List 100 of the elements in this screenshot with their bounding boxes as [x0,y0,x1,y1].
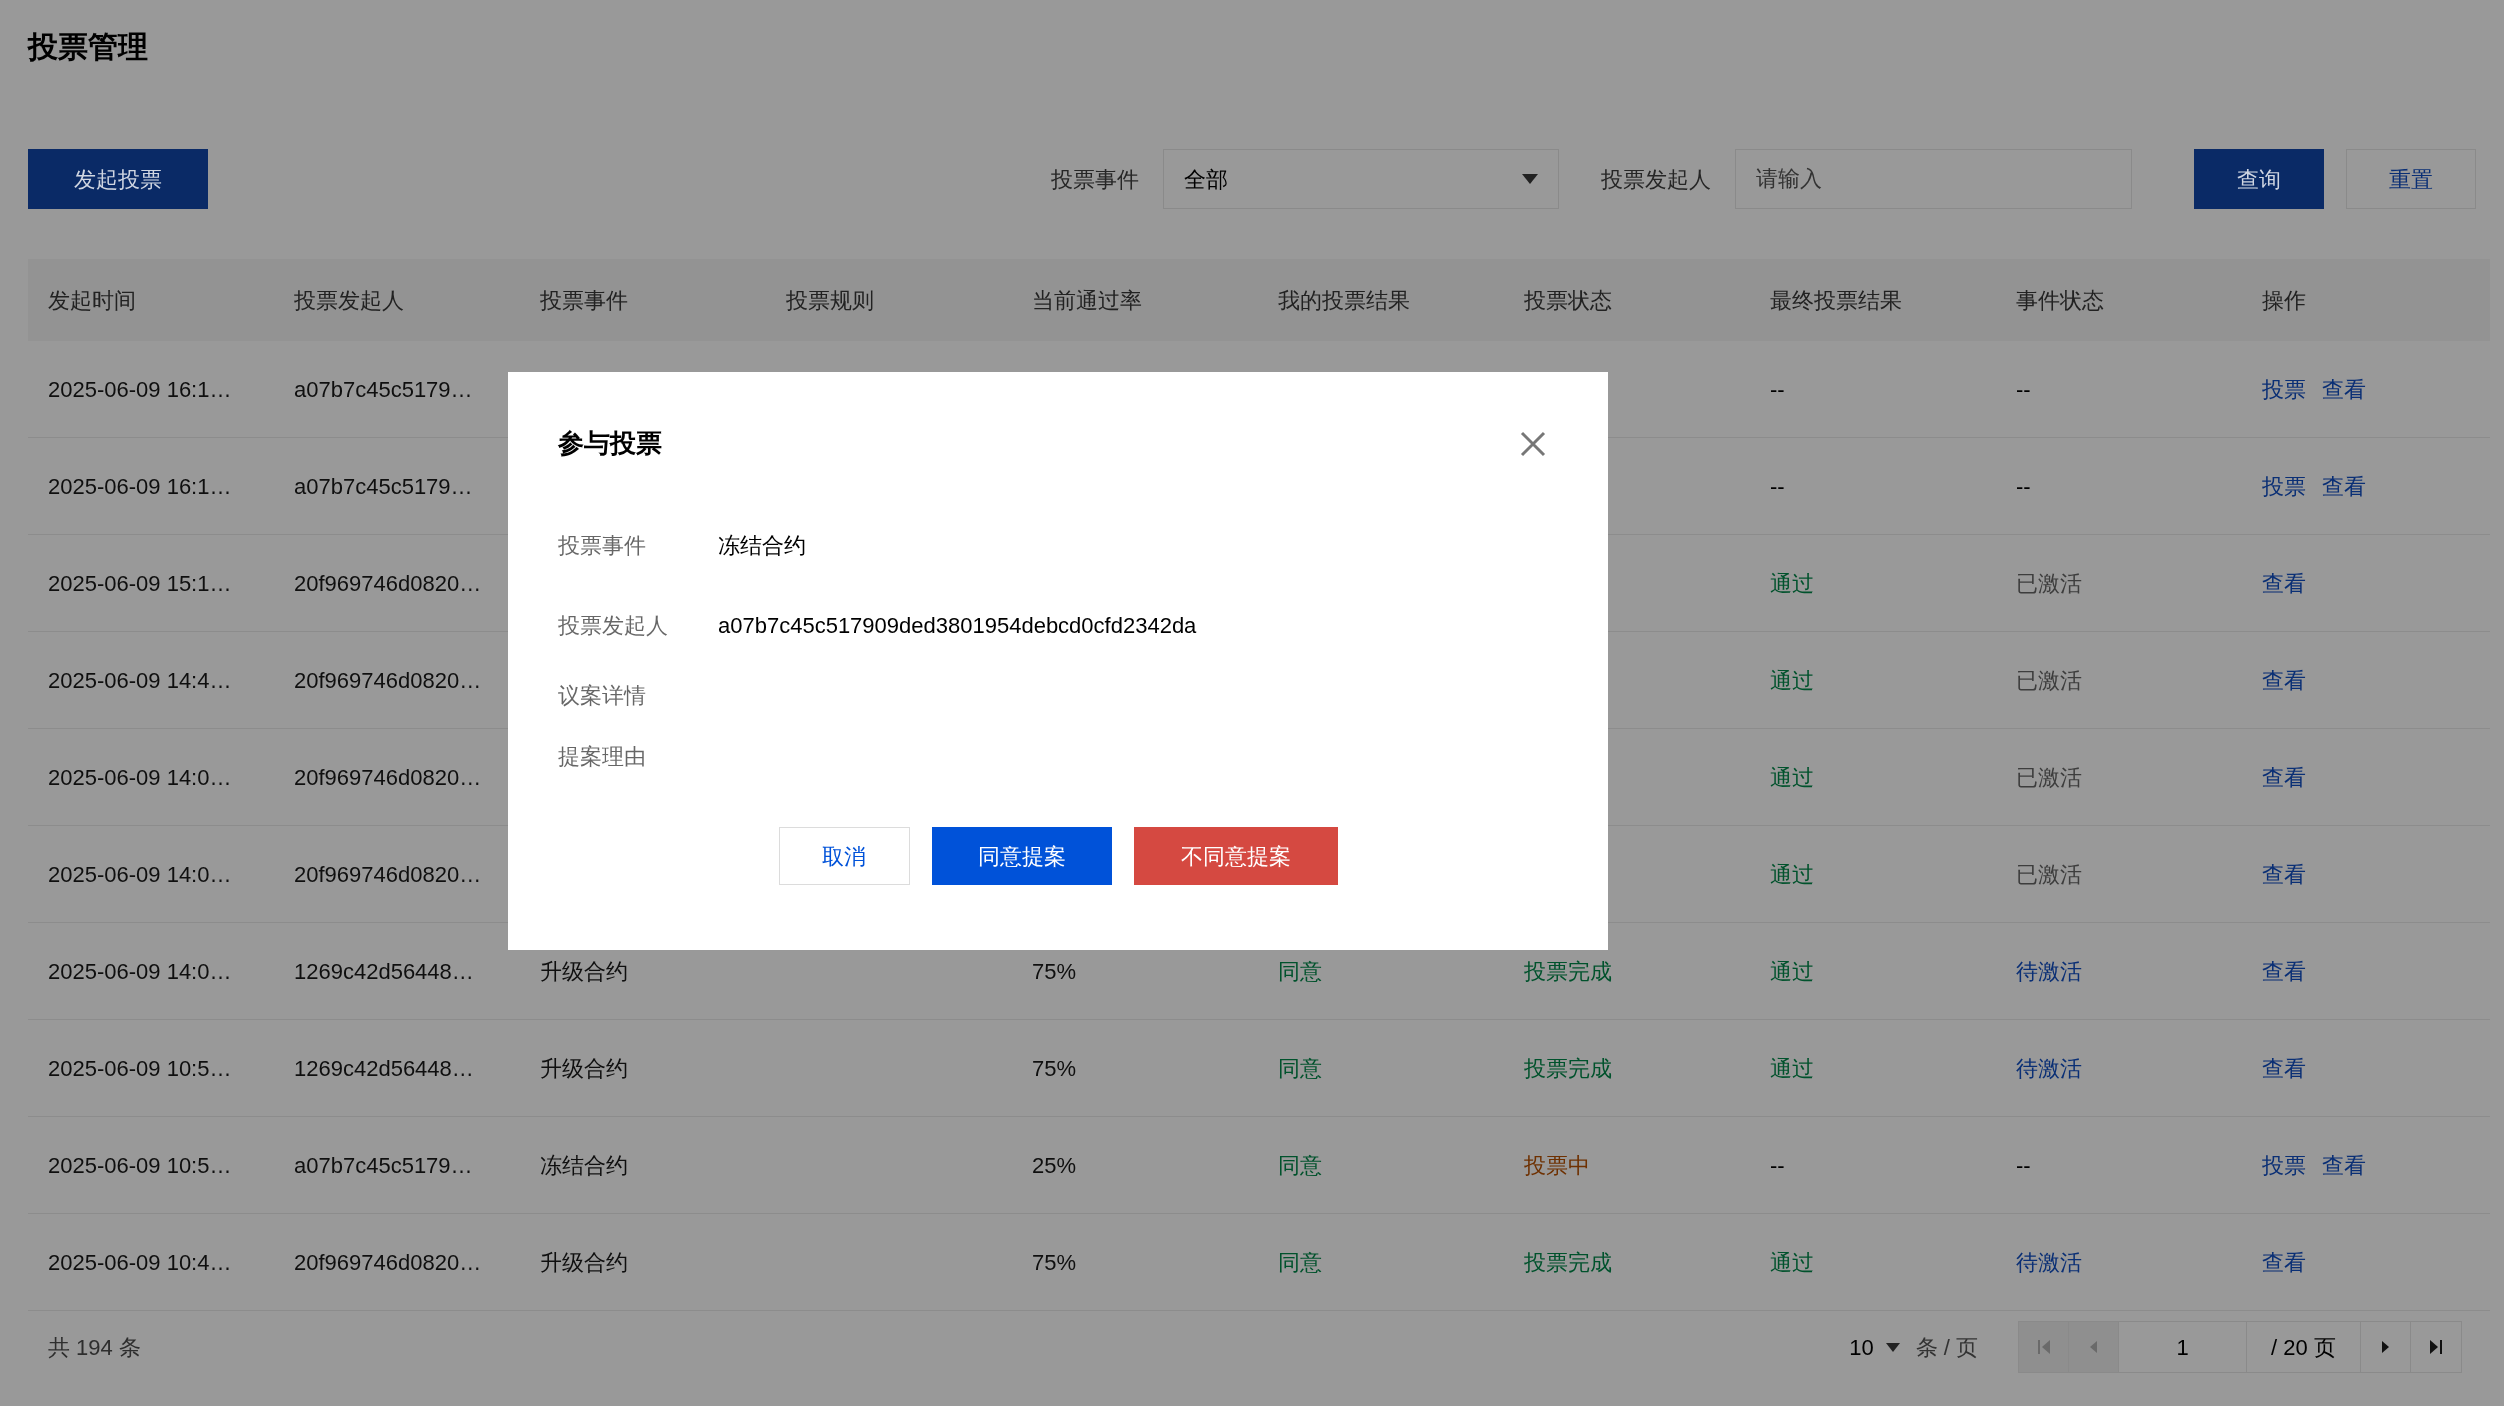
next-page-icon [2382,1341,2389,1353]
pass-rate: 75% [1032,1249,1077,1275]
field-label: 投票事件 [558,531,647,560]
reject-button[interactable]: 不同意提案 [1133,827,1338,885]
column-header: 操作 [2262,287,2306,313]
page-count: / 20 页 [2247,1322,2361,1372]
close-icon[interactable] [1520,430,1546,457]
action-link[interactable]: 查看 [2322,1148,2366,1182]
event-status: -- [2016,473,2031,499]
approve-button[interactable]: 同意提案 [931,827,1112,885]
page-title: 投票管理 [28,29,148,65]
column-header: 投票发起人 [294,287,404,313]
field-label: 议案详情 [558,682,647,710]
column-header: 投票事件 [540,287,628,313]
vote-event: 冻结合约 [540,1152,628,1178]
initiator-id: a07b7c45c5179… [294,473,473,499]
pass-rate: 75% [1032,1055,1077,1081]
start-time: 2025-06-09 14:0… [48,764,232,790]
action-link[interactable]: 投票 [2262,1148,2306,1182]
last-page-icon [2430,1340,2442,1354]
action-link[interactable]: 查看 [2262,760,2306,794]
vote-event: 升级合约 [540,958,628,984]
action-link[interactable]: 查看 [2262,857,2306,891]
initiator-id: 1269c42d56448… [294,958,474,984]
start-time: 2025-06-09 14:0… [48,861,232,887]
initiator-id: a07b7c45c5179… [294,1152,473,1178]
column-header: 我的投票结果 [1278,287,1410,313]
field-label: 提案理由 [558,743,647,771]
field-value: a07b7c45c517909ded3801954debcd0cfd2342da [718,611,1197,640]
start-time: 2025-06-09 10:4… [48,1249,232,1275]
pager[interactable]: 1 / 20 页 [2018,1321,2462,1373]
column-header: 投票状态 [1524,287,1612,313]
field-label: 投票发起人 [558,611,669,640]
filter-label: 投票发起人 [1601,165,1711,194]
page-input[interactable]: 1 [2119,1322,2247,1372]
vote-status: 投票中 [1524,1152,1590,1178]
action-link[interactable]: 投票 [2262,372,2306,406]
start-time: 2025-06-09 10:5… [48,1152,232,1178]
action-link[interactable]: 投票 [2262,469,2306,503]
initiator-input[interactable]: 请输入 [1735,149,2132,209]
event-status: 待激活 [2016,958,2082,984]
column-header: 投票规则 [786,287,874,313]
event-status: 待激活 [2016,1055,2082,1081]
start-time: 2025-06-09 14:4… [48,667,232,693]
event-status: 已激活 [2016,667,2082,693]
pass-rate: 25% [1032,1152,1077,1178]
vote-event: 升级合约 [540,1055,628,1081]
query-button[interactable]: 查询 [2194,149,2324,209]
start-time: 2025-06-09 10:5… [48,1055,232,1081]
pass-rate: 75% [1032,958,1077,984]
event-status: 已激活 [2016,861,2082,887]
start-time: 2025-06-09 14:0… [48,958,232,984]
final-result: 通过 [1770,570,1814,596]
my-vote-result: 同意 [1278,1055,1322,1081]
page-size-select[interactable]: 10 [1849,1330,1900,1364]
column-header: 发起时间 [48,287,136,313]
vote-event: 升级合约 [540,1249,628,1275]
filter-label: 投票事件 [1051,165,1139,194]
action-link[interactable]: 查看 [2322,469,2366,503]
action-link[interactable]: 查看 [2262,1245,2306,1279]
column-header: 当前通过率 [1032,287,1142,313]
event-status: -- [2016,376,2031,402]
field-value: 冻结合约 [718,531,806,560]
cancel-button[interactable]: 取消 [778,827,910,885]
initiator-id: 20f969746d0820… [294,667,482,693]
my-vote-result: 同意 [1278,958,1322,984]
start-time: 2025-06-09 15:1… [48,570,232,596]
final-result: -- [1770,473,1785,499]
initiator-id: 20f969746d0820… [294,1249,482,1275]
event-status: 待激活 [2016,1249,2082,1275]
total-count: 共 194 条 [48,1333,141,1362]
final-result: 通过 [1770,861,1814,887]
initiator-id: a07b7c45c5179… [294,376,473,402]
event-status: 已激活 [2016,570,2082,596]
action-link[interactable]: 查看 [2262,663,2306,697]
final-result: -- [1770,1152,1785,1178]
initiator-id: 20f969746d0820… [294,861,482,887]
start-time: 2025-06-09 16:1… [48,376,232,402]
page-size-unit: 条 / 页 [1915,1333,1978,1362]
final-result: 通过 [1770,1249,1814,1275]
initiator-id: 20f969746d0820… [294,764,482,790]
column-header: 事件状态 [2016,287,2104,313]
action-link[interactable]: 查看 [2262,566,2306,600]
event-status: 已激活 [2016,764,2082,790]
my-vote-result: 同意 [1278,1152,1322,1178]
action-link[interactable]: 查看 [2322,372,2366,406]
caret-icon [1885,1342,1900,1352]
action-link[interactable]: 查看 [2262,1051,2306,1085]
vote-status: 投票完成 [1524,1055,1612,1081]
event-select[interactable]: 全部 [1163,149,1559,209]
my-vote-result: 同意 [1278,1249,1322,1275]
create-vote-button[interactable]: 发起投票 [28,149,208,209]
reset-button[interactable]: 重置 [2346,149,2476,209]
vote-status: 投票完成 [1524,958,1612,984]
event-status: -- [2016,1152,2031,1178]
action-link[interactable]: 查看 [2262,954,2306,988]
final-result: -- [1770,376,1785,402]
previous-page-icon [2090,1341,2097,1353]
initiator-id: 20f969746d0820… [294,570,482,596]
final-result: 通过 [1770,764,1814,790]
